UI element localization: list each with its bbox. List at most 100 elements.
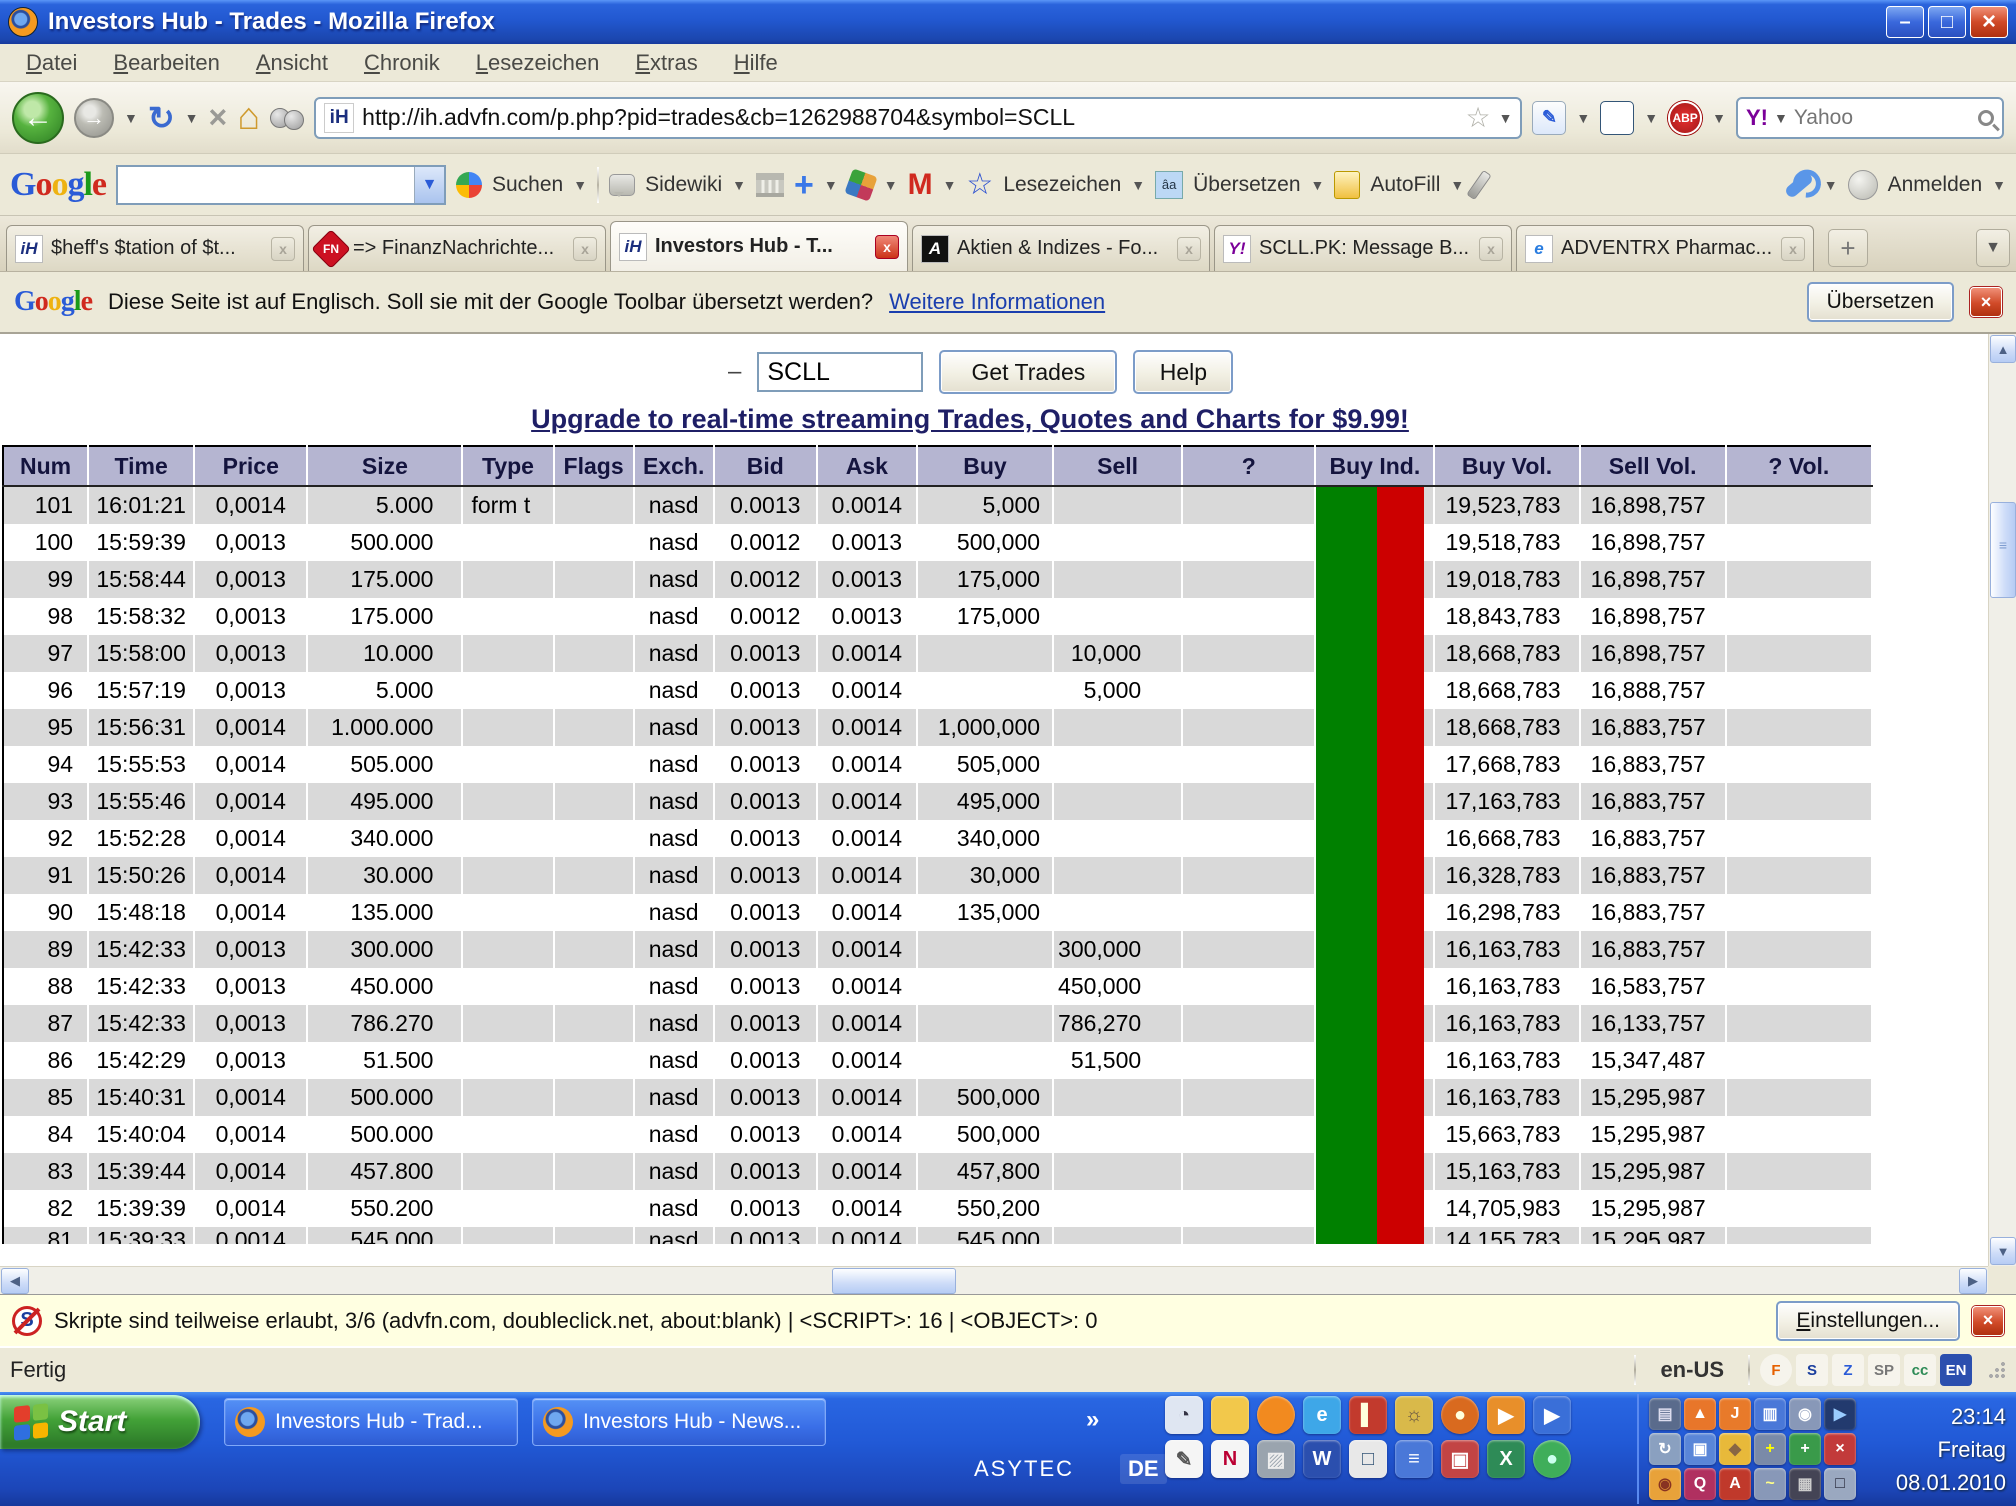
taskbar-task-investorshub-trades[interactable]: Investors Hub - Trad...: [224, 1398, 518, 1446]
tools-wrench-icon[interactable]: [1783, 170, 1814, 198]
window-app-icon[interactable]: □: [1349, 1440, 1387, 1478]
symbol-input[interactable]: [757, 352, 923, 392]
close-button[interactable]: ×: [1970, 6, 2008, 38]
noscript-close-icon[interactable]: ×: [1972, 1306, 2004, 1336]
mouse-icon[interactable]: +: [1754, 1433, 1786, 1465]
search-bar[interactable]: Y! ▼: [1736, 97, 2004, 139]
url-bar[interactable]: iH http://ih.advfn.com/p.php?pid=trades&…: [314, 97, 1522, 139]
tab[interactable]: iH$heff's $tation of $t...x: [6, 225, 304, 271]
media-player-blue-icon[interactable]: ▶: [1533, 1396, 1571, 1434]
gmail-icon[interactable]: M: [908, 168, 933, 202]
tab[interactable]: eADVENTRX Pharmac...x: [1516, 225, 1814, 271]
pattern-icon[interactable]: ▦: [1789, 1468, 1821, 1500]
volume-icon[interactable]: ◉: [1789, 1398, 1821, 1430]
adblock-plus-icon[interactable]: ABP: [1668, 101, 1702, 135]
menu-chronik[interactable]: Chronik: [348, 46, 456, 80]
clock-icon[interactable]: ◔: [1165, 1396, 1203, 1434]
horizontal-scroll-thumb[interactable]: [832, 1268, 956, 1294]
add-dropdown-icon[interactable]: ▼: [824, 177, 838, 193]
share-icon[interactable]: [844, 168, 877, 201]
taskbar-clock[interactable]: 23:14 Freitag 08.01.2010: [1866, 1400, 2012, 1499]
autofill-dropdown-icon[interactable]: ▼: [1450, 177, 1464, 193]
google-search-input[interactable]: [118, 173, 414, 197]
list-all-tabs-icon[interactable]: ▼: [1976, 229, 2010, 267]
flashgot-status-icon[interactable]: Z: [1832, 1354, 1864, 1386]
tab-close-icon[interactable]: x: [1177, 237, 1201, 261]
sync-icon[interactable]: ↻: [1649, 1433, 1681, 1465]
winamp-icon[interactable]: ▌: [1349, 1396, 1387, 1434]
network-icon[interactable]: ▥: [1754, 1398, 1786, 1430]
upgrade-link[interactable]: Upgrade to real-time streaming Trades, Q…: [0, 404, 1940, 435]
language-flag-icon[interactable]: EN: [1940, 1354, 1972, 1386]
taskbar-task-investorshub-news[interactable]: Investors Hub - News...: [532, 1398, 826, 1446]
autofill-button[interactable]: AutoFill: [1370, 173, 1440, 197]
scroll-left-icon[interactable]: ◀: [1, 1268, 29, 1294]
page-edit-icon[interactable]: ✎: [1532, 101, 1566, 135]
translate-icon[interactable]: âa: [1155, 171, 1183, 199]
add-button-icon[interactable]: +: [794, 168, 814, 202]
account-circle-icon[interactable]: [1848, 170, 1878, 200]
gear-icon[interactable]: ☼: [1395, 1396, 1433, 1434]
color-icon[interactable]: ◆: [1719, 1433, 1751, 1465]
search-magnifier-icon[interactable]: [1978, 110, 1994, 126]
bookmark-star-icon[interactable]: ☆: [1465, 101, 1490, 134]
toolbar-chevron-icon[interactable]: »: [1086, 1406, 1099, 1434]
share-dropdown-icon[interactable]: ▼: [884, 177, 898, 193]
anmelden-dropdown-icon[interactable]: ▼: [1992, 177, 2006, 193]
word-icon[interactable]: W: [1303, 1440, 1341, 1478]
noscript-status-icon[interactable]: S: [1796, 1354, 1828, 1386]
gmail-dropdown-icon[interactable]: ▼: [943, 177, 957, 193]
menu-hilfe[interactable]: Hilfe: [718, 46, 794, 80]
java-icon[interactable]: J: [1719, 1398, 1751, 1430]
reload-button[interactable]: ↻: [148, 99, 175, 137]
page-edit-dropdown-icon[interactable]: ▼: [1576, 110, 1590, 126]
proxy-status-icon[interactable]: SP: [1868, 1354, 1900, 1386]
quicktime-icon[interactable]: Q: [1684, 1468, 1716, 1500]
firefox-icon[interactable]: [1257, 1396, 1295, 1434]
uebersetzen-button[interactable]: Übersetzen: [1193, 173, 1300, 197]
tab-close-icon[interactable]: x: [1479, 237, 1503, 261]
tab-close-icon[interactable]: x: [875, 235, 899, 259]
autofill-icon[interactable]: [1334, 171, 1360, 199]
suchen-button[interactable]: Suchen: [492, 173, 563, 197]
search-input[interactable]: [1794, 106, 1972, 130]
media-player-orange-icon[interactable]: ▶: [1487, 1396, 1525, 1434]
bookmarks-star-icon[interactable]: ☆: [966, 167, 993, 202]
history-dropdown-icon[interactable]: ▼: [124, 110, 138, 126]
scroll-up-icon[interactable]: ▲: [1990, 335, 2016, 363]
start-button[interactable]: Start: [0, 1395, 200, 1449]
player-icon[interactable]: ▶: [1824, 1398, 1856, 1430]
tab-close-icon[interactable]: x: [271, 237, 295, 261]
locale-indicator[interactable]: en-US: [1646, 1357, 1738, 1383]
chat-status-icon[interactable]: cc: [1904, 1354, 1936, 1386]
printer-icon[interactable]: ▤: [1649, 1398, 1681, 1430]
stop-button[interactable]: ×: [209, 99, 228, 136]
uebersetzen-bar-button[interactable]: Übersetzen: [1807, 282, 1954, 322]
reload-dropdown-icon[interactable]: ▼: [185, 110, 199, 126]
new-tab-button[interactable]: +: [1828, 229, 1868, 267]
shield-icon[interactable]: +: [1789, 1433, 1821, 1465]
tools-dropdown-icon[interactable]: ▼: [1824, 177, 1838, 193]
lesezeichen-button[interactable]: Lesezeichen: [1003, 173, 1121, 197]
sidewiki-button[interactable]: Sidewiki: [645, 173, 722, 197]
einstellungen-button[interactable]: Einstellungen...: [1776, 1301, 1960, 1341]
maximize-button[interactable]: □: [1928, 6, 1966, 38]
abp-dropdown-icon[interactable]: ▼: [1712, 110, 1726, 126]
lesezeichen-dropdown-icon[interactable]: ▼: [1131, 177, 1145, 193]
engine-dropdown-icon[interactable]: ▼: [1774, 110, 1788, 126]
ati-icon[interactable]: A: [1719, 1468, 1751, 1500]
yahoo-engine-icon[interactable]: Y!: [1746, 105, 1768, 131]
antivirus-icon[interactable]: ×: [1824, 1433, 1856, 1465]
menu-bearbeiten[interactable]: Bearbeiten: [97, 46, 235, 80]
menu-ansicht[interactable]: Ansicht: [240, 46, 344, 80]
wireless-icon[interactable]: ◉: [1649, 1468, 1681, 1500]
vertical-scrollbar[interactable]: ▲ ▼: [1988, 334, 2016, 1266]
noscript-icon[interactable]: S: [12, 1306, 42, 1336]
get-trades-button[interactable]: Get Trades: [939, 350, 1117, 394]
tab-close-icon[interactable]: x: [1781, 237, 1805, 261]
resize-grip-icon[interactable]: [1988, 1361, 2006, 1379]
grid-dropdown-icon[interactable]: ▼: [1644, 110, 1658, 126]
display-icon[interactable]: ▣: [1684, 1433, 1716, 1465]
sidewiki-icon[interactable]: [609, 174, 635, 196]
menu-extras[interactable]: Extras: [619, 46, 713, 80]
